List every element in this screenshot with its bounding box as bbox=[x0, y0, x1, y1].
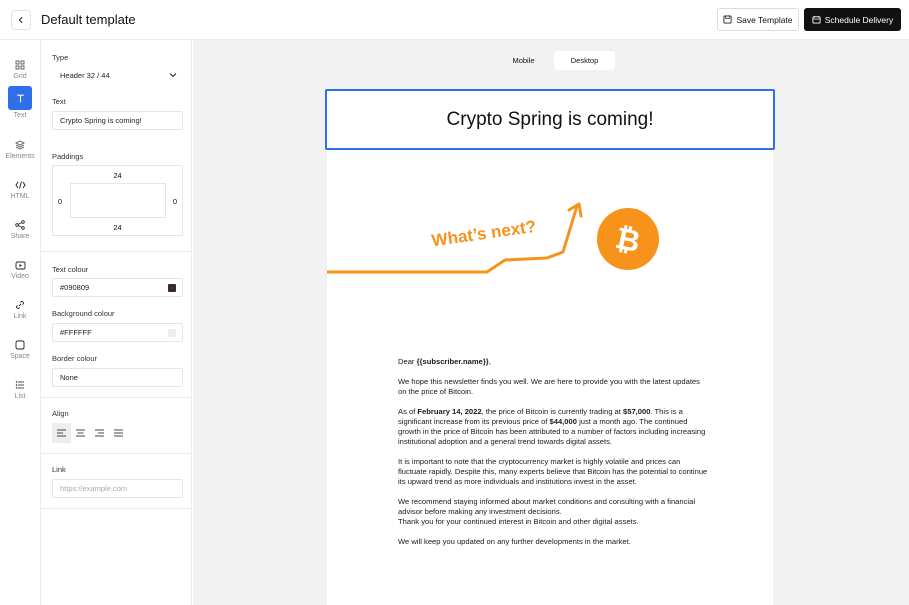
back-button[interactable] bbox=[11, 10, 31, 30]
border-colour-input[interactable]: None bbox=[52, 368, 183, 387]
layers-icon bbox=[15, 140, 25, 150]
align-justify-icon bbox=[114, 429, 123, 437]
rail-item-html[interactable]: HTML bbox=[0, 170, 40, 210]
rail-item-link[interactable]: Link bbox=[0, 290, 40, 330]
greeting-line: Dear {{subscriber.name}}, bbox=[398, 357, 491, 366]
rail-label-list: List bbox=[14, 393, 26, 400]
border-colour-label: Border colour bbox=[52, 354, 98, 363]
rail-item-list[interactable]: List bbox=[0, 370, 40, 410]
paragraph-5: We will keep you updated on any further … bbox=[398, 537, 631, 546]
padding-bottom-value[interactable]: 24 bbox=[53, 223, 182, 232]
text-colour-label: Text colour bbox=[52, 265, 89, 274]
rail-label-space: Space bbox=[10, 353, 30, 360]
email-header-block[interactable]: Crypto Spring is coming! bbox=[325, 89, 775, 150]
padding-box: 24 0 0 24 bbox=[52, 165, 183, 236]
panel-divider bbox=[41, 453, 192, 454]
panel-divider bbox=[41, 508, 192, 509]
chevron-down-icon bbox=[169, 73, 177, 78]
rail-item-space[interactable]: Space bbox=[0, 330, 40, 370]
padding-inner-box bbox=[70, 183, 166, 218]
schedule-delivery-label: Schedule Delivery bbox=[824, 14, 894, 25]
rail-label-grid: Grid bbox=[13, 73, 27, 80]
rail-item-elements[interactable]: Elements bbox=[0, 130, 40, 170]
paddings-label: Paddings bbox=[52, 152, 84, 161]
rail-item-grid[interactable]: Grid bbox=[0, 50, 40, 90]
bg-colour-label: Background colour bbox=[52, 309, 115, 318]
bg-colour-value: #FFFFFF bbox=[60, 328, 92, 337]
code-icon bbox=[14, 181, 26, 189]
device-tabs: Mobile Desktop bbox=[493, 51, 615, 70]
save-template-label: Save Template bbox=[736, 14, 793, 25]
element-rail: Grid Text Elements HTML Share Video Link… bbox=[0, 40, 40, 605]
list-icon bbox=[15, 381, 24, 389]
paragraph-1: We hope this newsletter finds you well. … bbox=[398, 377, 700, 396]
rail-item-text[interactable] bbox=[8, 86, 32, 110]
align-center-button[interactable] bbox=[71, 423, 90, 443]
rail-item-video[interactable]: Video bbox=[0, 250, 40, 290]
text-colour-swatch[interactable] bbox=[168, 284, 176, 292]
align-label: Align bbox=[52, 409, 69, 418]
padding-right-value[interactable]: 0 bbox=[173, 197, 177, 206]
align-group bbox=[52, 423, 130, 443]
padding-top-value[interactable]: 24 bbox=[53, 171, 182, 180]
grid-icon bbox=[15, 60, 25, 70]
share-icon bbox=[15, 220, 25, 230]
paragraph-4: We recommend staying informed about mark… bbox=[398, 497, 696, 526]
page-title: Default template bbox=[41, 12, 136, 27]
text-input[interactable]: Crypto Spring is coming! bbox=[52, 111, 183, 130]
align-left-button[interactable] bbox=[52, 423, 71, 443]
padding-left-value[interactable]: 0 bbox=[58, 197, 62, 206]
tab-mobile[interactable]: Mobile bbox=[493, 51, 554, 70]
schedule-delivery-button[interactable]: Schedule Delivery bbox=[804, 8, 901, 31]
tab-desktop[interactable]: Desktop bbox=[554, 51, 615, 70]
hero-text: What’s next? bbox=[430, 217, 537, 250]
rail-item-share[interactable]: Share bbox=[0, 210, 40, 250]
rail-label-elements: Elements bbox=[5, 153, 35, 160]
properties-panel: Type Header 32 / 44 Text Crypto Spring i… bbox=[40, 40, 192, 605]
rail-label-share: Share bbox=[10, 233, 30, 240]
rail-label-link: Link bbox=[13, 313, 27, 320]
chevron-left-icon bbox=[18, 16, 23, 24]
rail-label-text: Text bbox=[13, 112, 27, 119]
link-label: Link bbox=[52, 465, 66, 474]
save-template-button[interactable]: Save Template bbox=[717, 8, 799, 31]
align-left-icon bbox=[57, 429, 66, 437]
email-body-text[interactable]: Dear {{subscriber.name}}, We hope this n… bbox=[398, 357, 708, 557]
save-icon bbox=[723, 15, 733, 24]
type-select[interactable]: Header 32 / 44 bbox=[52, 66, 183, 85]
rail-label-video: Video bbox=[11, 272, 29, 280]
text-label: Text bbox=[52, 97, 66, 106]
paragraph-3: It is important to note that the cryptoc… bbox=[398, 457, 708, 486]
text-colour-value: #090809 bbox=[60, 283, 90, 292]
paragraph-2: As of February 14, 2022, the price of Bi… bbox=[398, 407, 706, 446]
top-bar: Default template Save Template Schedule … bbox=[0, 0, 909, 40]
link-icon bbox=[16, 301, 24, 309]
align-right-icon bbox=[95, 429, 104, 437]
align-right-button[interactable] bbox=[90, 423, 109, 443]
type-select-value: Header 32 / 44 bbox=[60, 71, 110, 80]
calendar-icon bbox=[812, 15, 821, 24]
square-icon bbox=[15, 340, 25, 350]
panel-divider bbox=[41, 397, 192, 398]
text-icon bbox=[16, 94, 24, 102]
bg-colour-swatch[interactable] bbox=[168, 329, 176, 337]
text-colour-input[interactable]: #090809 bbox=[52, 278, 183, 297]
panel-divider bbox=[41, 251, 192, 252]
subscriber-name-token: {{subscriber.name}} bbox=[416, 357, 489, 366]
rail-label-html: HTML bbox=[10, 193, 30, 200]
align-center-icon bbox=[76, 429, 85, 437]
editor-canvas: Mobile Desktop Crypto Spring is coming! … bbox=[193, 40, 909, 605]
video-icon bbox=[15, 261, 25, 269]
hero-illustration[interactable]: What’s next? ₿ bbox=[327, 192, 773, 292]
link-input[interactable]: https://example.com bbox=[52, 479, 183, 498]
align-justify-button[interactable] bbox=[109, 423, 128, 443]
type-label: Type bbox=[52, 53, 69, 62]
bg-colour-input[interactable]: #FFFFFF bbox=[52, 323, 183, 342]
